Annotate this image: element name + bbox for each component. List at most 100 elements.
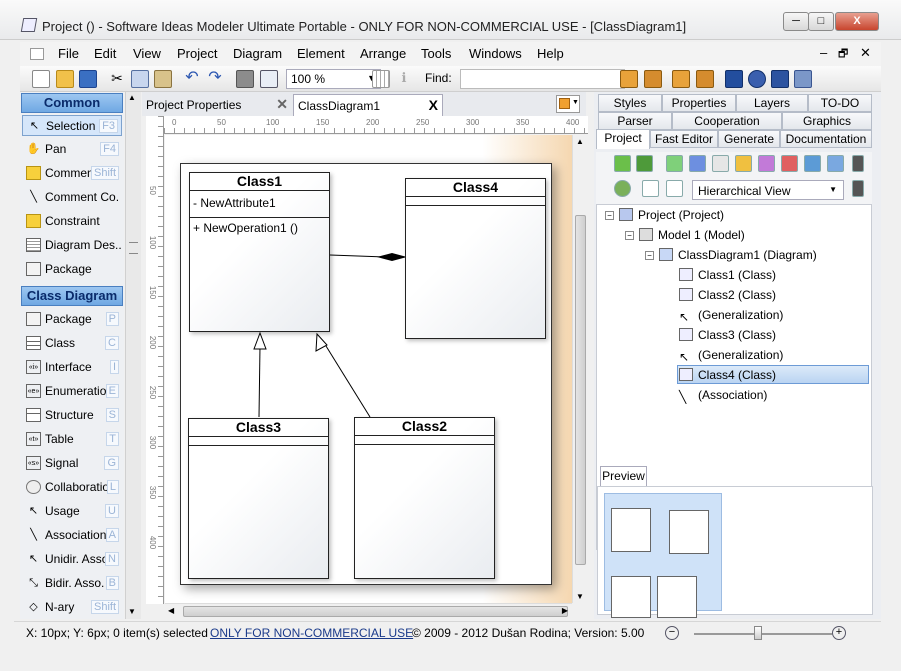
doc-restore-button[interactable]: 🗗 (838, 45, 848, 64)
zoom-slider-track[interactable] (694, 633, 832, 635)
cut-icon[interactable]: ✂ (108, 70, 126, 88)
menu-edit[interactable]: Edit (94, 46, 116, 61)
info-icon[interactable]: ℹ (395, 70, 413, 88)
tree-node-model[interactable]: Model 1 (Model) (639, 226, 745, 245)
tool-comment-connector[interactable]: ╲ Comment Co. (22, 187, 122, 208)
scroll-down-icon[interactable]: ▼ (128, 607, 136, 616)
usecase-diagram-icon[interactable] (689, 155, 706, 172)
tool-structure[interactable]: Structure S (22, 405, 122, 426)
tool-constraint[interactable]: Constraint (22, 211, 122, 232)
class-operation[interactable]: + NewOperation1 () (190, 218, 329, 238)
toolbox-common-header[interactable]: Common (21, 93, 123, 113)
expand-all-icon[interactable] (642, 180, 659, 197)
menu-project[interactable]: Project (177, 46, 217, 61)
class4-box[interactable]: Class4 (405, 178, 546, 339)
layout-icon[interactable] (771, 70, 789, 88)
view-mode-select[interactable]: Hierarchical View ▼ (692, 180, 844, 200)
document-menu-icon[interactable] (30, 48, 44, 60)
diagram-canvas[interactable]: Class1 - NewAttribute1 + NewOperation1 (… (165, 135, 572, 603)
scroll-left-icon[interactable]: ◀ (168, 606, 174, 615)
tree-node-generalization[interactable]: ↖ (Generalization) (679, 306, 783, 325)
zoom-slider-thumb[interactable] (754, 626, 762, 640)
toolbox-scrollbar[interactable]: ▲ ▼ (125, 92, 141, 619)
tool-interface[interactable]: «i» Interface I (22, 357, 122, 378)
menu-view[interactable]: View (133, 46, 161, 61)
toolbox-class-diagram-header[interactable]: Class Diagram (21, 286, 123, 306)
other-diagram-icon[interactable] (827, 155, 844, 172)
tab-cooperation[interactable]: Cooperation (672, 112, 782, 130)
tool-signal[interactable]: «s» Signal G (22, 453, 122, 474)
zoom-out-icon[interactable]: − (665, 626, 679, 640)
more-tools-icon[interactable] (852, 180, 864, 197)
scroll-down-icon[interactable]: ▼ (576, 592, 584, 601)
collapse-all-icon[interactable] (666, 180, 683, 197)
tab-project[interactable]: Project (596, 129, 650, 149)
tool-collaboration[interactable]: Collaboration L (22, 477, 122, 498)
find-input[interactable] (460, 69, 625, 89)
class1-box[interactable]: Class1 - NewAttribute1 + NewOperation1 (… (189, 172, 330, 332)
close-icon[interactable]: X (429, 97, 438, 113)
preview-thumbnail[interactable] (604, 493, 722, 618)
tool-nary[interactable]: ◇ N-ary Shift (22, 597, 122, 618)
save-icon[interactable] (79, 70, 97, 88)
doc-minimize-button[interactable]: – (820, 45, 827, 60)
settings-gear-icon[interactable] (748, 70, 766, 88)
menu-arrange[interactable]: Arrange (360, 46, 406, 61)
scroll-right-icon[interactable]: ▶ (562, 606, 568, 615)
print-preview-icon[interactable] (260, 70, 278, 88)
generalization-line[interactable] (258, 345, 261, 418)
tool-enumeration[interactable]: «e» Enumeration E (22, 381, 122, 402)
generalization-line[interactable] (325, 345, 371, 418)
paste-icon[interactable] (154, 70, 172, 88)
menu-diagram[interactable]: Diagram (233, 46, 282, 61)
tool-usage[interactable]: ↖ Usage U (22, 501, 122, 522)
close-button[interactable]: X (835, 12, 879, 31)
minimize-button[interactable]: ─ (783, 12, 809, 31)
tab-preview[interactable]: Preview (600, 466, 647, 487)
zoom-in-icon[interactable]: + (832, 626, 846, 640)
scroll-thumb[interactable] (183, 606, 568, 617)
tab-properties[interactable]: Properties (662, 94, 736, 112)
bring-to-front-icon[interactable] (620, 70, 638, 88)
tab-project-properties[interactable]: Project Properties ✕ (142, 94, 292, 116)
add-model-icon[interactable] (614, 155, 631, 172)
redo-icon[interactable]: ↷ (206, 70, 224, 88)
send-to-back-icon[interactable] (644, 70, 662, 88)
collapse-icon[interactable]: − (645, 251, 654, 260)
tab-fast-editor[interactable]: Fast Editor (650, 130, 718, 148)
distribute-icon[interactable] (794, 70, 812, 88)
new-icon[interactable] (32, 70, 50, 88)
tree-node-class4[interactable]: Class4 (Class) (677, 365, 869, 384)
tab-layers[interactable]: Layers (736, 94, 808, 112)
tool-diagram-description[interactable]: Diagram Des... (22, 235, 122, 256)
group-icon[interactable] (672, 70, 690, 88)
menu-tools[interactable]: Tools (421, 46, 451, 61)
open-icon[interactable] (56, 70, 74, 88)
tree-node-association[interactable]: ╲ (Association) (679, 386, 767, 405)
class-diagram-icon[interactable] (666, 155, 683, 172)
ungroup-icon[interactable] (696, 70, 714, 88)
class-attribute[interactable]: - NewAttribute1 (190, 191, 329, 218)
activity-diagram-icon[interactable] (735, 155, 752, 172)
scroll-thumb[interactable] (129, 242, 138, 254)
tool-pan[interactable]: ✋ Pan F4 (22, 139, 122, 160)
tool-package-common[interactable]: Package (22, 259, 122, 280)
preview-panel[interactable] (597, 486, 873, 618)
sequence-diagram-icon[interactable] (712, 155, 729, 172)
tab-classdiagram1[interactable]: ClassDiagram1 X (293, 94, 443, 116)
state-diagram-icon[interactable] (758, 155, 775, 172)
deployment-diagram-icon[interactable] (804, 155, 821, 172)
align-icon[interactable] (725, 70, 743, 88)
print-icon[interactable] (236, 70, 254, 88)
association-line[interactable] (329, 254, 386, 258)
refresh-icon[interactable] (614, 180, 631, 197)
tool-table[interactable]: «t» Table T (22, 429, 122, 450)
tool-comment[interactable]: Comment Shift (22, 163, 122, 184)
tab-styles[interactable]: Styles (598, 94, 662, 112)
scroll-thumb[interactable] (575, 215, 586, 565)
tree-node-class2[interactable]: Class2 (Class) (679, 286, 776, 305)
canvas-vertical-scrollbar[interactable]: ▲ ▼ (572, 135, 588, 603)
tool-association[interactable]: ╲ Association A (22, 525, 122, 546)
scroll-up-icon[interactable]: ▲ (128, 93, 136, 102)
tree-node-classdiagram1[interactable]: ClassDiagram1 (Diagram) (659, 246, 817, 265)
